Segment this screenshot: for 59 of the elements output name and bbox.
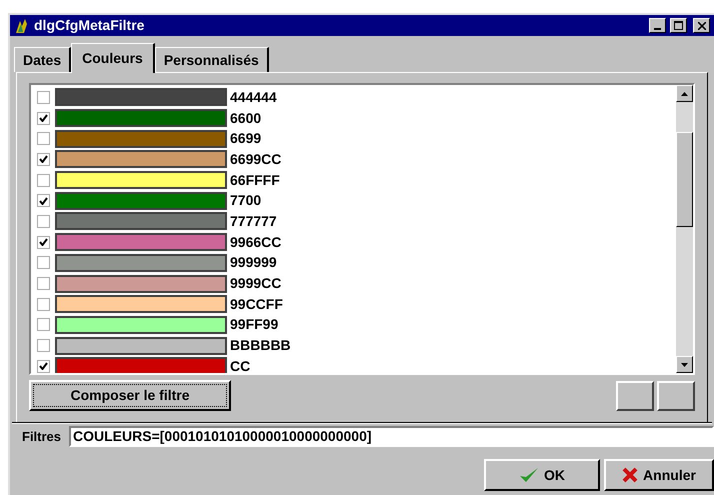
scroll-down-button[interactable]	[676, 356, 693, 373]
checkbox[interactable]	[37, 360, 50, 373]
blank-button[interactable]	[657, 380, 695, 410]
checkbox[interactable]	[37, 256, 50, 270]
color-code: 9999CC	[230, 274, 282, 294]
checkbox[interactable]	[37, 277, 50, 290]
color-code: 6600	[230, 108, 262, 128]
color-code: BBBBBB	[230, 336, 291, 356]
color-code: 99FF99	[230, 315, 278, 334]
color-code: 6699	[230, 129, 262, 148]
scroll-thumb[interactable]	[676, 132, 693, 227]
color-code: CC	[230, 356, 250, 373]
color-code: 9966CC	[230, 232, 282, 252]
cancel-button[interactable]: Annuler	[604, 459, 714, 491]
check-icon	[39, 155, 48, 164]
app-icon	[14, 18, 30, 34]
scrollbar[interactable]	[676, 85, 693, 373]
ok-button[interactable]: OK	[484, 459, 600, 491]
window-title: dlgCfgMetaFiltre	[34, 16, 146, 35]
checkbox[interactable]	[37, 194, 50, 208]
check-icon	[39, 196, 48, 205]
checkbox[interactable]	[37, 298, 50, 311]
tab[interactable]: Personnalisés	[154, 47, 269, 72]
color-code: 444444	[230, 88, 277, 107]
cross-icon	[622, 467, 638, 483]
check-icon	[39, 238, 48, 246]
checkbox[interactable]	[37, 339, 50, 352]
tab[interactable]: Couleurs	[71, 43, 155, 73]
close-icon	[698, 22, 706, 30]
check-icon	[39, 362, 48, 370]
blank-button[interactable]	[616, 380, 654, 410]
down-arrow-icon	[681, 362, 688, 366]
checkbox[interactable]	[37, 152, 50, 166]
color-code: 777777	[230, 212, 277, 231]
close-button[interactable]	[693, 18, 710, 33]
color-code: 999999	[230, 253, 277, 272]
compose-filter-button[interactable]: Composer le filtre	[29, 380, 231, 411]
color-code: 99CCFF	[230, 294, 283, 314]
scroll-up-button[interactable]	[676, 85, 693, 102]
checkbox[interactable]	[37, 214, 50, 228]
minimize-icon	[654, 28, 661, 30]
checkbox[interactable]	[37, 174, 50, 187]
tab[interactable]: Dates	[14, 47, 72, 72]
maximize-icon	[674, 21, 683, 30]
checkbox[interactable]	[37, 90, 50, 104]
checkbox[interactable]	[37, 318, 50, 332]
maximize-button[interactable]	[670, 18, 687, 33]
up-arrow-icon	[681, 92, 688, 96]
color-code: 6699CC	[230, 150, 282, 169]
color-code: 7700	[230, 191, 262, 210]
checkbox[interactable]	[37, 236, 50, 249]
color-code: 66FFFF	[230, 170, 280, 190]
filter-label: Filtres	[22, 428, 62, 446]
checkmark-icon	[519, 467, 539, 483]
checkbox[interactable]	[37, 112, 50, 125]
checkbox[interactable]	[37, 132, 50, 146]
minimize-button[interactable]	[649, 18, 666, 33]
filter-field[interactable]: COULEURS=[00010101010000010000000000]	[69, 426, 714, 447]
check-icon	[39, 114, 48, 122]
